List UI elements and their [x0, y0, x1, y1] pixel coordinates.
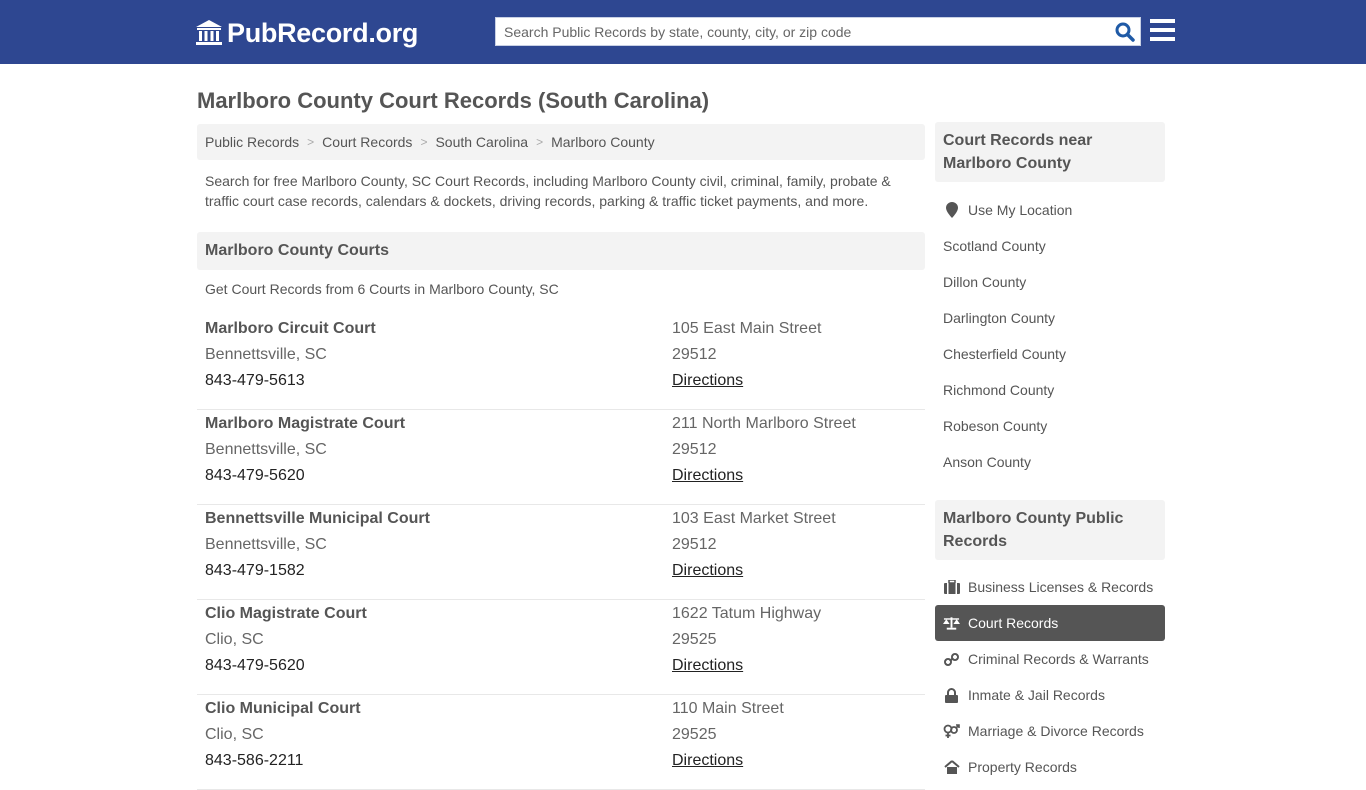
menu-bar: [1150, 28, 1175, 32]
sidebar-item-business-licenses[interactable]: Business Licenses & Records: [935, 569, 1165, 605]
home-icon: [943, 759, 960, 775]
court-name-link[interactable]: Clio Municipal Court: [205, 700, 361, 718]
court-list: Marlboro Circuit Court Bennettsville, SC…: [197, 315, 925, 790]
court-name-link[interactable]: Clio Magistrate Court: [205, 605, 367, 623]
scale-icon: [943, 615, 960, 631]
court-city: Clio, SC: [205, 631, 264, 648]
link-icon: [943, 651, 960, 667]
sidebar-item-property-records[interactable]: Property Records: [935, 749, 1165, 785]
public-records-list: Business Licenses & Records Court Record…: [935, 569, 1165, 785]
court-zip: 29512: [672, 441, 717, 458]
sidebar-item-label: Criminal Records & Warrants: [968, 651, 1149, 667]
courts-subheading: Get Court Records from 6 Courts in Marlb…: [205, 281, 559, 297]
court-name-link[interactable]: Marlboro Circuit Court: [205, 320, 376, 338]
menu-bar: [1150, 37, 1175, 41]
lock-icon: [943, 687, 960, 703]
nearby-heading: Court Records near Marlboro County: [935, 122, 1165, 182]
nearby-county-link[interactable]: Darlington County: [935, 300, 1165, 336]
nearby-county-link[interactable]: Anson County: [935, 444, 1165, 480]
nearby-list: Use My Location Scotland County Dillon C…: [935, 192, 1165, 480]
nearby-county-link[interactable]: Richmond County: [935, 372, 1165, 408]
court-address: 211 North Marlboro Street: [672, 415, 856, 432]
breadcrumb: Public Records > Court Records > South C…: [197, 124, 925, 160]
court-item: Marlboro Magistrate Court Bennettsville,…: [197, 410, 925, 505]
breadcrumb-marlboro-county[interactable]: Marlboro County: [551, 134, 655, 150]
court-city: Bennettsville, SC: [205, 536, 327, 553]
breadcrumb-separator: >: [307, 135, 315, 149]
hamburger-menu-button[interactable]: [1150, 19, 1176, 43]
sidebar-item-label: Inmate & Jail Records: [968, 687, 1105, 703]
court-city: Bennettsville, SC: [205, 441, 327, 458]
directions-link[interactable]: Directions: [672, 467, 743, 485]
sidebar-item-court-records[interactable]: Court Records: [935, 605, 1165, 641]
court-item: Marlboro Circuit Court Bennettsville, SC…: [197, 315, 925, 410]
court-address: 103 East Market Street: [672, 510, 836, 527]
search-button[interactable]: [1110, 18, 1140, 45]
directions-link[interactable]: Directions: [672, 372, 743, 390]
court-city: Clio, SC: [205, 726, 264, 743]
nearby-county-link[interactable]: Chesterfield County: [935, 336, 1165, 372]
court-phone[interactable]: 843-479-5613: [205, 372, 305, 390]
court-city: Bennettsville, SC: [205, 346, 327, 363]
court-item: Clio Municipal Court Clio, SC 843-586-22…: [197, 695, 925, 790]
sidebar-item-label: Business Licenses & Records: [968, 579, 1154, 595]
court-item: Bennettsville Municipal Court Bennettsvi…: [197, 505, 925, 600]
court-address: 105 East Main Street: [672, 320, 822, 337]
sidebar-item-inmate-records[interactable]: Inmate & Jail Records: [935, 677, 1165, 713]
gender-icon: [943, 723, 960, 739]
court-zip: 29525: [672, 726, 717, 743]
court-address: 1622 Tatum Highway: [672, 605, 822, 622]
breadcrumb-south-carolina[interactable]: South Carolina: [435, 134, 528, 150]
public-records-heading: Marlboro County Public Records: [935, 500, 1165, 560]
map-marker-icon: [943, 202, 960, 218]
site-logo[interactable]: PubRecord.org: [195, 17, 418, 49]
breadcrumb-court-records[interactable]: Court Records: [322, 134, 412, 150]
search-icon: [1115, 22, 1135, 42]
court-address: 110 Main Street: [672, 700, 784, 717]
directions-link[interactable]: Directions: [672, 752, 743, 770]
search-input[interactable]: [496, 18, 1110, 45]
court-phone[interactable]: 843-479-5620: [205, 657, 305, 675]
menu-bar: [1150, 19, 1175, 23]
court-phone[interactable]: 843-586-2211: [205, 752, 303, 770]
intro-text: Search for free Marlboro County, SC Cour…: [205, 173, 891, 209]
court-phone[interactable]: 843-479-1582: [205, 562, 305, 580]
court-name-link[interactable]: Bennettsville Municipal Court: [205, 510, 430, 528]
breadcrumb-public-records[interactable]: Public Records: [205, 134, 299, 150]
breadcrumb-separator: >: [536, 135, 544, 149]
sidebar-item-label: Property Records: [968, 759, 1077, 775]
nearby-county-link[interactable]: Scotland County: [935, 228, 1165, 264]
briefcase-icon: [943, 579, 960, 595]
breadcrumb-separator: >: [420, 135, 428, 149]
search-bar: [495, 17, 1141, 46]
sidebar-item-criminal-records[interactable]: Criminal Records & Warrants: [935, 641, 1165, 677]
court-name-link[interactable]: Marlboro Magistrate Court: [205, 415, 405, 433]
court-phone[interactable]: 843-479-5620: [205, 467, 305, 485]
page-title: Marlboro County Court Records (South Car…: [197, 88, 710, 113]
court-item: Clio Magistrate Court Clio, SC 843-479-5…: [197, 600, 925, 695]
use-my-location-link[interactable]: Use My Location: [935, 192, 1165, 228]
directions-link[interactable]: Directions: [672, 562, 743, 580]
court-zip: 29525: [672, 631, 717, 648]
nearby-county-link[interactable]: Robeson County: [935, 408, 1165, 444]
top-navbar: PubRecord.org: [0, 0, 1366, 64]
directions-link[interactable]: Directions: [672, 657, 743, 675]
courthouse-icon: [196, 20, 222, 45]
use-my-location-label: Use My Location: [968, 202, 1073, 218]
court-zip: 29512: [672, 536, 717, 553]
sidebar-item-label: Marriage & Divorce Records: [968, 723, 1144, 739]
courts-section-heading: Marlboro County Courts: [197, 232, 925, 270]
court-zip: 29512: [672, 346, 717, 363]
sidebar-item-label: Court Records: [968, 615, 1059, 631]
nearby-county-link[interactable]: Dillon County: [935, 264, 1165, 300]
logo-text: PubRecord.org: [227, 18, 419, 48]
sidebar-item-marriage-records[interactable]: Marriage & Divorce Records: [935, 713, 1165, 749]
